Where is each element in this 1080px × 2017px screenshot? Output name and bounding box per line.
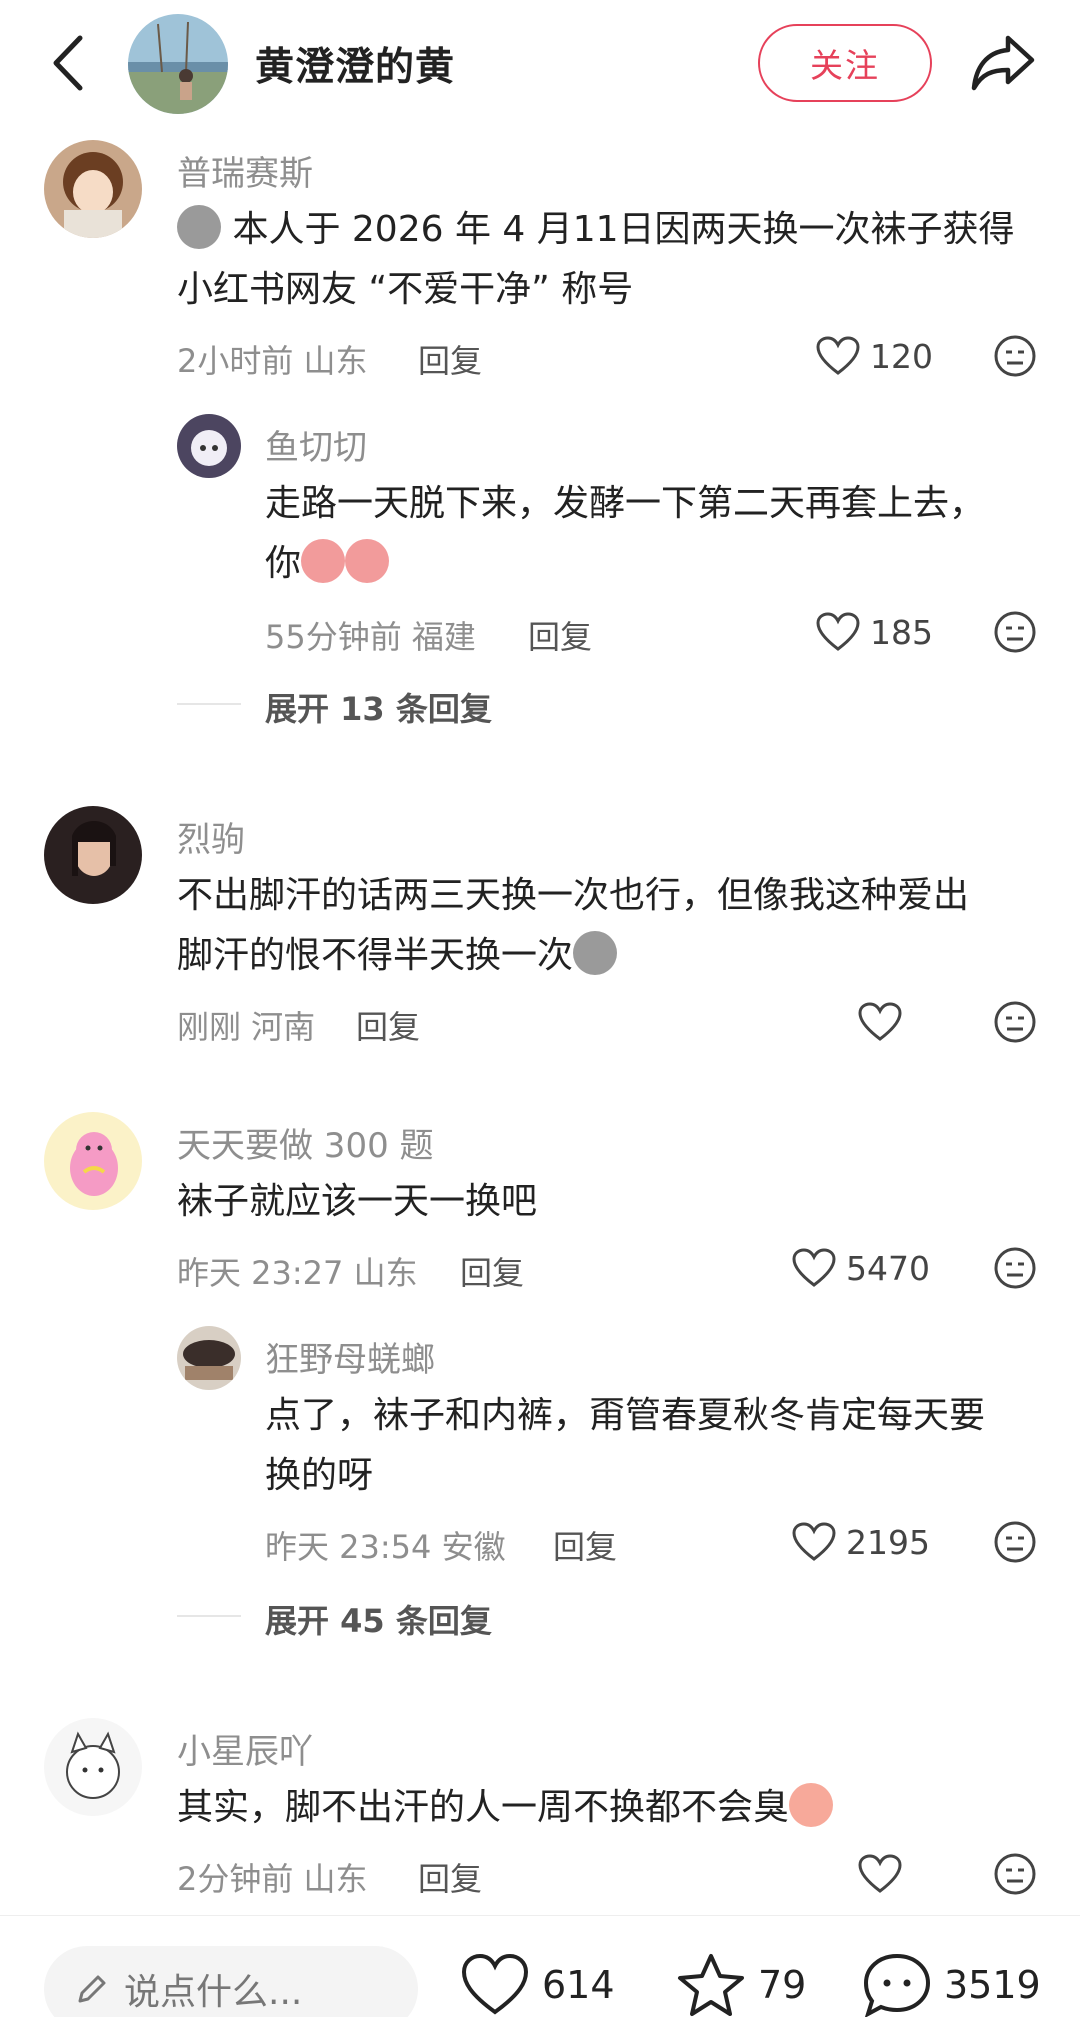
heart-icon [461, 1953, 529, 2015]
sticker-emoji-icon [573, 931, 618, 975]
comment-username[interactable]: 小星辰吖 [177, 1724, 313, 1773]
expand-replies-button[interactable]: 展开 45 条回复 [265, 1596, 492, 1642]
crying-peach-emoji-icon [345, 539, 390, 583]
comment-meta: 昨天 23:54 安徽 [265, 1528, 506, 1566]
share-button[interactable] [968, 30, 1038, 96]
heart-icon [816, 336, 860, 375]
star-icon [678, 1954, 744, 2016]
expand-divider [177, 1615, 241, 1617]
reply-button[interactable]: 回复 [528, 612, 592, 658]
comment-options-icon[interactable] [993, 334, 1037, 378]
comment-options-icon[interactable] [993, 610, 1037, 654]
reply-button[interactable]: 回复 [418, 336, 482, 382]
comment-text: 本人于 2026 年 4 月11日因两天换一次袜子获得 小红书网友 “不爱干净”… [177, 200, 1057, 320]
peach-emoji-icon [789, 1783, 834, 1827]
comment-meta: 刚刚 河南 [177, 1008, 316, 1046]
expand-replies-button[interactable]: 展开 13 条回复 [265, 684, 492, 730]
avatar[interactable] [177, 414, 241, 478]
comment-options-icon[interactable] [993, 1520, 1037, 1564]
comment-meta: 2分钟前 山东 [177, 1860, 368, 1898]
post-star-count: 79 [758, 1963, 807, 2007]
post-comment-button[interactable]: 3519 [862, 1952, 1041, 2017]
pencil-icon [78, 1975, 106, 2003]
chevron-left-icon [53, 35, 83, 91]
like-button[interactable] [858, 1854, 912, 1894]
post-star-button[interactable]: 79 [676, 1952, 806, 2017]
reply-button[interactable]: 回复 [553, 1522, 617, 1568]
like-button[interactable]: 120 [816, 336, 933, 376]
like-button[interactable] [858, 1002, 912, 1042]
post-comment-count: 3519 [944, 1963, 1041, 2007]
like-button[interactable]: 2195 [792, 1522, 930, 1562]
comment-input-placeholder: 说点什么... [124, 1972, 303, 2013]
avatar[interactable] [44, 806, 142, 904]
crying-peach-emoji-icon [301, 539, 346, 583]
heart-icon [858, 1002, 902, 1041]
sticker-emoji-icon [177, 205, 221, 249]
comment-text: 其实，脚不出汗的人一周不换都不会臭 [177, 1778, 1057, 1838]
avatar[interactable] [44, 140, 142, 238]
comment-username[interactable]: 烈驹 [177, 812, 245, 861]
like-count: 5470 [846, 1248, 930, 1288]
author-name[interactable]: 黄澄澄的黄 [255, 36, 455, 92]
comment-text: 袜子就应该一天一换吧 [177, 1181, 538, 1222]
like-count: 185 [870, 612, 933, 652]
comment-username[interactable]: 普瑞赛斯 [177, 146, 313, 195]
share-arrow-icon [971, 35, 1035, 91]
avatar[interactable] [44, 1112, 142, 1210]
comment-options-icon[interactable] [993, 1852, 1037, 1896]
avatar[interactable] [44, 1718, 142, 1816]
back-button[interactable] [44, 28, 94, 98]
heart-icon [816, 612, 860, 651]
comment-input[interactable]: 说点什么... [44, 1946, 418, 2017]
follow-button[interactable]: 关注 [758, 24, 932, 102]
comment-meta: 2小时前 山东 [177, 342, 368, 380]
comment-text: 走路一天脱下来，发酵一下第二天再套上去， 你 [265, 483, 986, 584]
post-like-count: 614 [542, 1963, 615, 2007]
author-avatar[interactable] [128, 14, 228, 114]
avatar[interactable] [177, 1326, 241, 1390]
comment-username[interactable]: 狂野母蜣螂 [265, 1332, 435, 1381]
comment-meta: 昨天 23:27 山东 [177, 1254, 418, 1292]
reply-button[interactable]: 回复 [418, 1854, 482, 1900]
like-button[interactable]: 5470 [792, 1248, 930, 1288]
post-like-button[interactable]: 614 [460, 1952, 615, 2017]
comment-username[interactable]: 鱼切切 [265, 420, 367, 469]
expand-divider [177, 703, 241, 705]
like-count: 2195 [846, 1522, 930, 1562]
comment-text: 点了，袜子和内裤，甭管春夏秋冬肯定每天要 换的呀 [265, 1395, 986, 1496]
like-count: 120 [870, 336, 933, 376]
reply-button[interactable]: 回复 [460, 1248, 524, 1294]
comment-options-icon[interactable] [993, 1000, 1037, 1044]
comment-text: 不出脚汗的话两三天换一次也行，但像我这种爱出 脚汗的恨不得半天换一次 [177, 875, 970, 976]
heart-icon [792, 1522, 836, 1561]
comment-username[interactable]: 天天要做 300 题 [177, 1118, 434, 1167]
comment-meta: 55分钟前 福建 [265, 618, 476, 656]
heart-icon [858, 1854, 902, 1893]
like-button[interactable]: 185 [816, 612, 933, 652]
heart-icon [792, 1248, 836, 1287]
reply-button[interactable]: 回复 [356, 1002, 420, 1048]
comment-bubble-icon [863, 1953, 931, 2017]
top-nav-bar: 黄澄澄的黄 关注 [0, 0, 1080, 130]
comment-options-icon[interactable] [993, 1246, 1037, 1290]
bottom-action-bar: 说点什么... 614 79 3519 [0, 1915, 1080, 2017]
